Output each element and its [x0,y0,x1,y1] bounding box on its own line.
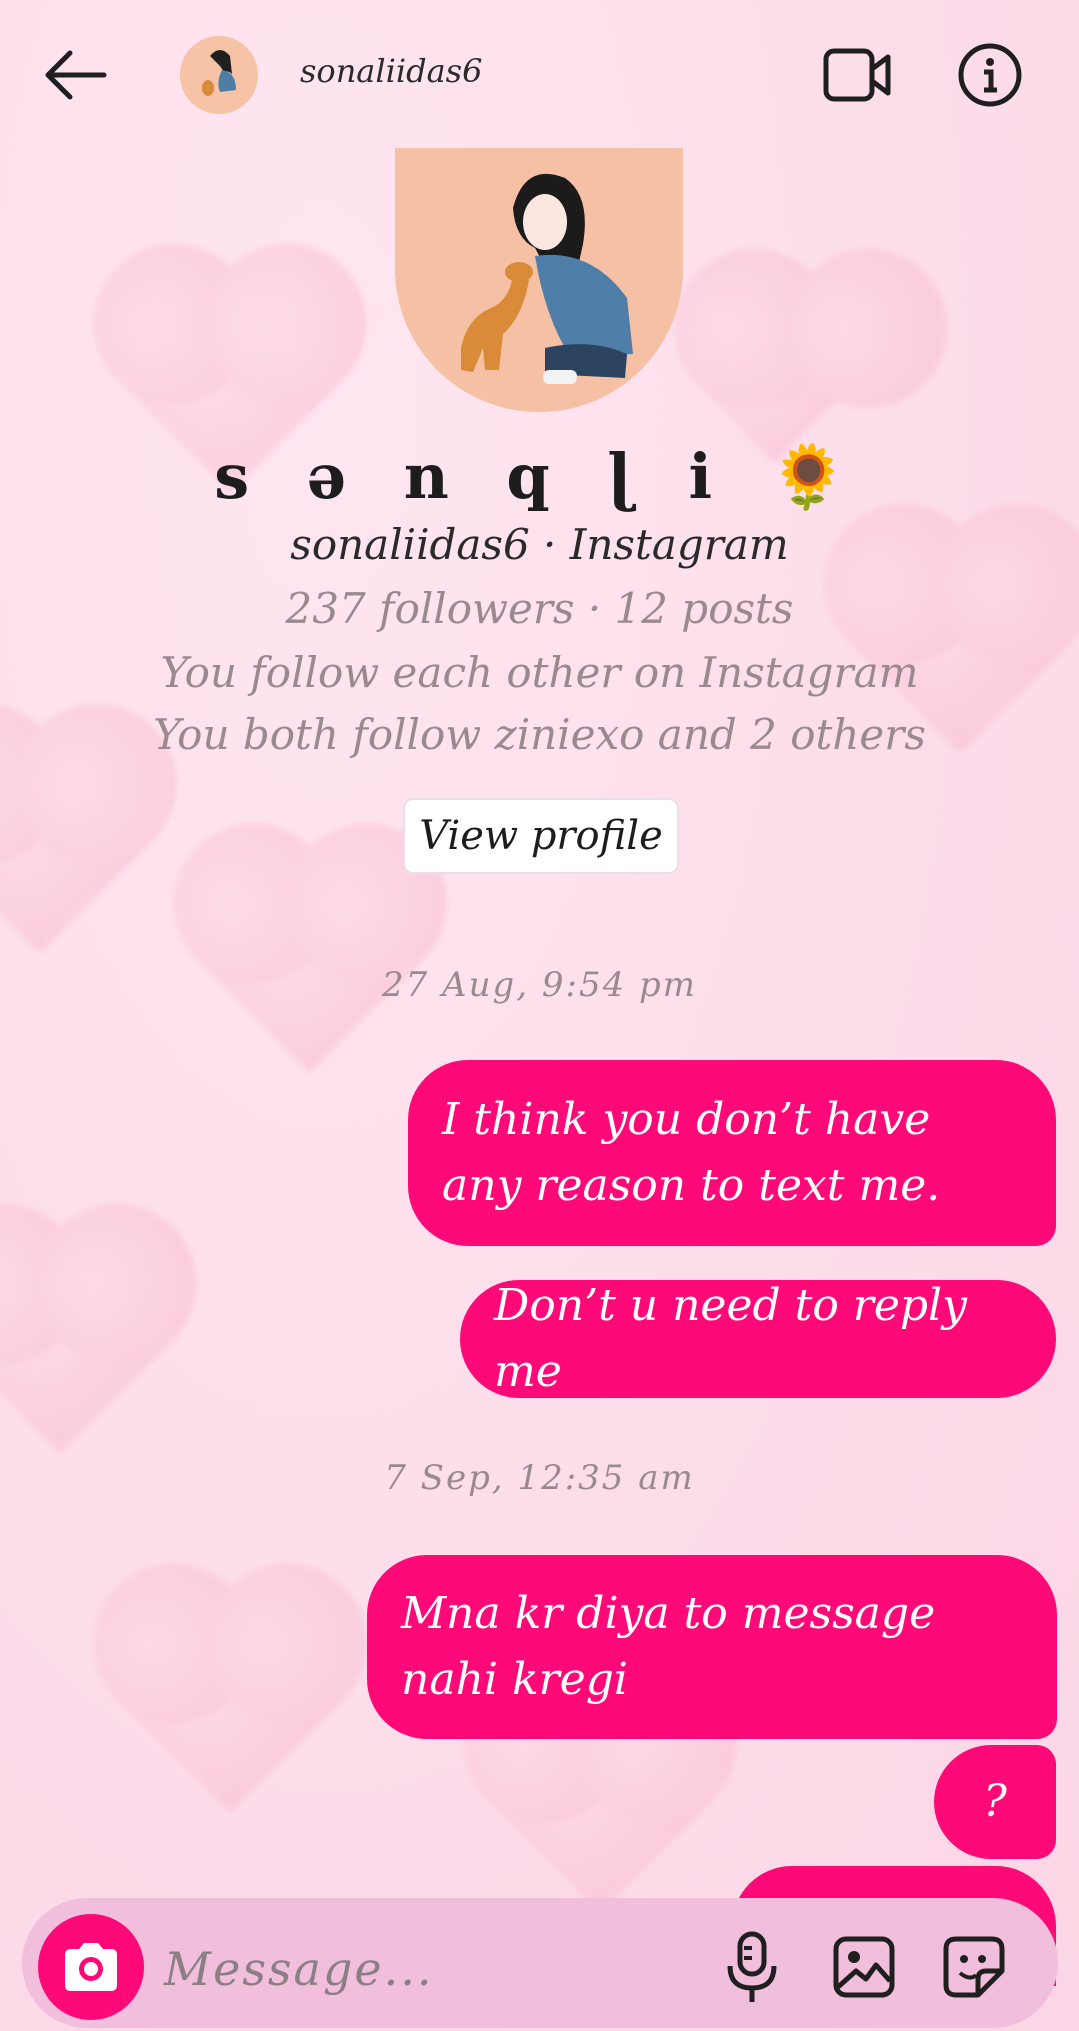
background-heart [196,846,424,1074]
sticker-button[interactable] [942,1935,1006,1999]
gallery-button[interactable] [832,1935,896,1999]
message-timestamp: 27 Aug, 9:54 pm [381,965,698,1005]
background-heart [0,726,154,954]
message-timestamp: 7 Sep, 12:35 am [384,1458,695,1498]
arrow-left-icon [45,50,107,100]
microphone-button[interactable] [720,1930,784,2006]
background-heart [116,1586,344,1814]
info-button[interactable] [957,42,1023,108]
common-follows-text: You both follow ziniexo and 2 others [153,710,926,759]
sent-message-bubble[interactable]: Don’t u need to reply me [460,1280,1056,1398]
sent-message-bubble[interactable]: ? [934,1745,1056,1859]
sent-message-bubble[interactable]: Mna kr diya to message nahi kregi [367,1555,1057,1739]
message-input[interactable]: Message... [164,1942,434,1996]
microphone-icon [727,1931,777,2002]
chat-header: sonaliidas6 [0,0,1079,150]
view-profile-button[interactable]: View profile [403,798,679,874]
back-button[interactable] [40,45,110,105]
sticker-icon [943,1936,1005,1998]
gallery-icon [833,1936,895,1998]
avatar[interactable] [180,36,258,114]
profile-stats: 237 followers · 12 posts [285,584,794,633]
profile-handle: sonaliidas6 · Instagram [290,520,789,569]
mutual-follow-text: You follow each other on Instagram [160,648,919,697]
camera-icon [65,1943,117,1991]
camera-button[interactable] [38,1914,144,2020]
profile-avatar[interactable] [395,148,683,412]
video-call-icon [823,48,891,102]
profile-display-name: s ə n q ɭ i 🌻 [214,440,865,513]
background-heart [0,1226,174,1454]
chat-username[interactable]: sonaliidas6 [300,52,482,90]
video-call-button[interactable] [822,45,892,105]
sent-message-bubble[interactable]: I think you don’t have any reason to tex… [408,1060,1056,1246]
info-icon [958,43,1022,107]
